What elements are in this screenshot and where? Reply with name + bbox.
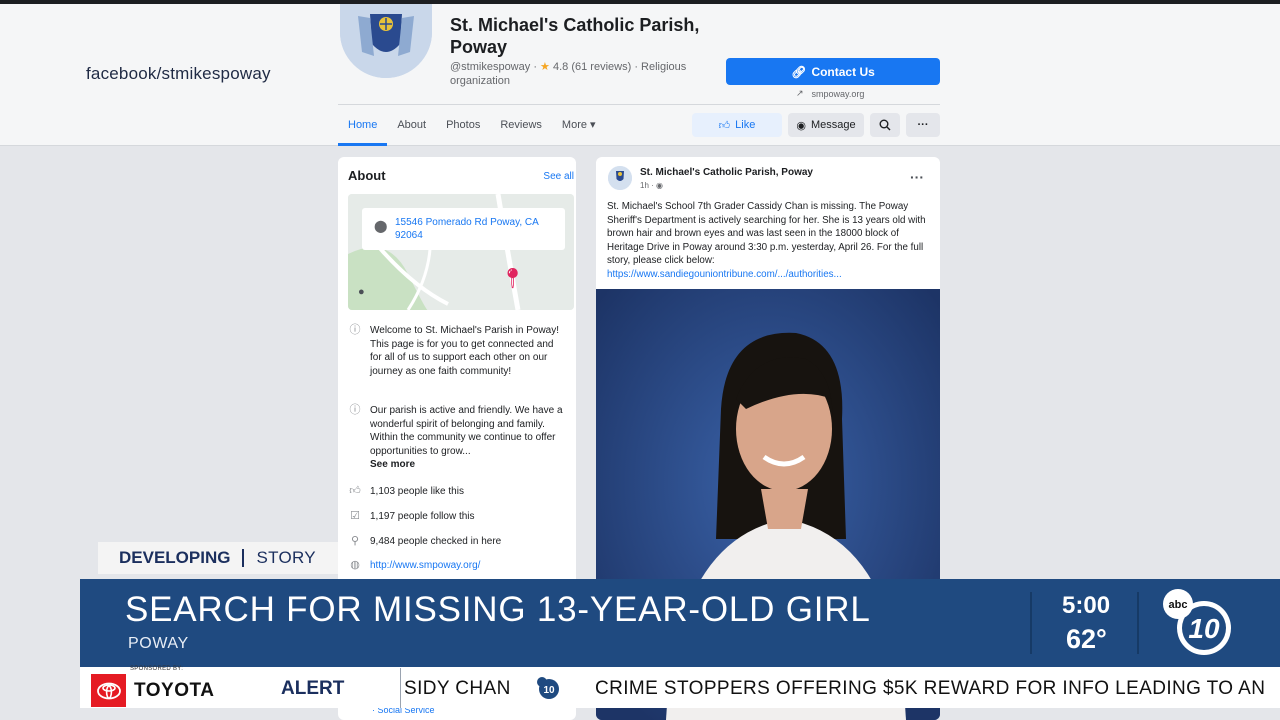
tab-about[interactable]: About <box>387 106 436 146</box>
post-options-icon[interactable]: ··· <box>910 169 924 185</box>
about-welcome-row: ⓘ Welcome to St. Michael's Parish in Pow… <box>348 324 566 378</box>
map-pin-icon: ⬤ <box>374 219 388 233</box>
info-icon: ⓘ <box>349 404 361 417</box>
see-all-link[interactable]: See all <box>543 171 574 182</box>
contact-us-button[interactable]: 🔗︎ Contact Us <box>726 58 940 85</box>
about-likes-row: 👍︎ 1,103 people like this <box>348 485 566 499</box>
facebook-url-caption: facebook/stmikespoway <box>86 64 271 83</box>
about-description-text: Our parish is active and friendly. We ha… <box>370 405 563 457</box>
like-icon: 👍︎ <box>349 485 361 498</box>
tab-more[interactable]: More ▾ <box>552 106 606 146</box>
post-body: St. Michael's School 7th Grader Cassidy … <box>607 200 933 282</box>
about-welcome-text: Welcome to St. Michael's Parish in Poway… <box>370 325 560 377</box>
page-meta: @stmikespoway · ★ 4.8 (61 reviews) · Rel… <box>450 61 687 87</box>
about-title: About <box>348 168 386 183</box>
page-handle[interactable]: @stmikespoway <box>450 61 530 73</box>
website-link[interactable]: ↗ smpoway.org <box>796 88 864 99</box>
globe-icon: ◉ <box>656 181 663 190</box>
map-address[interactable]: 15546 Pomerado Rd Poway, CA 92064 <box>362 208 565 250</box>
story-label: STORY <box>256 548 316 567</box>
about-website-row: ◍ http://www.smpoway.org/ <box>348 559 566 573</box>
sponsor-name: TOYOTA <box>134 680 215 701</box>
ticker-text-previous: SIDY CHAN <box>404 678 511 699</box>
ticker-alert-label: ALERT <box>281 678 345 699</box>
thumbs-up-icon: 👍︎ <box>718 119 731 132</box>
external-link-icon: ↗ <box>796 88 804 98</box>
toyota-logo-icon <box>91 674 126 707</box>
news-temperature: 62° <box>1066 624 1107 654</box>
more-options-button[interactable]: ··· <box>906 113 940 137</box>
like-label: Like <box>735 119 756 131</box>
globe-icon: ◍ <box>350 559 360 572</box>
info-icon: ● <box>358 286 365 298</box>
ticker-divider <box>400 668 401 708</box>
ticker-logo-text: 10 <box>543 685 555 696</box>
page-tabs: Home About Photos Reviews More ▾ <box>338 106 606 146</box>
header-divider <box>338 104 940 105</box>
tab-photos[interactable]: Photos <box>436 106 490 146</box>
contact-us-label: Contact Us <box>811 64 875 79</box>
page-rating[interactable]: 4.8 (61 reviews) <box>553 61 631 73</box>
post-time-label: 1h · <box>640 181 657 190</box>
star-icon: ★ <box>540 61 550 73</box>
post-time[interactable]: 1h · ◉ <box>640 181 663 190</box>
tab-home[interactable]: Home <box>338 106 388 146</box>
post-author-name[interactable]: St. Michael's Catholic Parish, Poway <box>640 167 813 178</box>
like-button[interactable]: 👍︎ Like <box>692 113 782 137</box>
checkins-count: 9,484 people checked in here <box>370 536 502 547</box>
search-icon <box>879 119 891 131</box>
sponsored-by-label: SPONSORED BY: <box>130 666 184 672</box>
messenger-icon: ◉ <box>796 119 806 132</box>
map-preview[interactable]: 15546 Pomerado Rd Poway, CA 92064 ⬤ 📍︎ ● <box>348 194 574 310</box>
message-button[interactable]: ◉ Message <box>788 113 864 137</box>
follows-count: 1,197 people follow this <box>370 511 475 522</box>
about-website-link[interactable]: http://www.smpoway.org/ <box>370 559 566 573</box>
message-label: Message <box>810 119 856 131</box>
likes-count: 1,103 people like this <box>370 486 464 497</box>
link-icon: 🔗︎ <box>791 64 807 79</box>
station-logo-text: 10 <box>1188 613 1220 644</box>
ticker-station-logo-icon: 10 <box>536 676 560 700</box>
abc10-logo-icon: 10 abc <box>1160 588 1232 660</box>
checkin-icon: ⚲ <box>350 535 360 548</box>
post-link[interactable]: https://www.sandiegouniontribune.com/...… <box>607 269 842 280</box>
follow-icon: ☑ <box>350 510 360 523</box>
news-headline: SEARCH FOR MISSING 13-YEAR-OLD GIRL <box>125 590 871 629</box>
developing-label: DEVELOPING <box>119 548 231 567</box>
see-more-link[interactable]: See more <box>370 458 566 472</box>
tab-reviews[interactable]: Reviews <box>490 106 552 146</box>
news-clock: 5:00 <box>1062 592 1111 619</box>
headline-divider <box>1030 592 1032 654</box>
news-location: POWAY <box>128 635 189 652</box>
post-body-text: St. Michael's School 7th Grader Cassidy … <box>607 201 926 267</box>
about-description-row: ⓘ Our parish is active and friendly. We … <box>348 404 566 472</box>
website-label: smpoway.org <box>811 88 865 99</box>
tab-more-label: More <box>561 119 587 131</box>
banner-divider <box>242 549 245 567</box>
location-pin-icon: 📍︎ <box>500 268 526 290</box>
developing-story-banner: DEVELOPING STORY <box>98 542 338 574</box>
post-author-avatar[interactable] <box>608 166 632 190</box>
more-dots-icon: ··· <box>917 119 929 131</box>
chevron-down-icon: ▾ <box>590 119 596 131</box>
headline-divider-2 <box>1137 592 1139 654</box>
network-logo-text: abc <box>1169 599 1188 611</box>
about-follows-row: ☑ 1,197 people follow this <box>348 510 566 524</box>
ticker-text-current: CRIME STOPPERS OFFERING $5K REWARD FOR I… <box>595 678 1266 699</box>
info-icon: ⓘ <box>349 324 361 337</box>
about-checkins-row: ⚲ 9,484 people checked in here <box>348 535 566 549</box>
page-title: St. Michael's Catholic Parish, Poway <box>450 15 700 57</box>
search-button[interactable] <box>870 113 900 137</box>
